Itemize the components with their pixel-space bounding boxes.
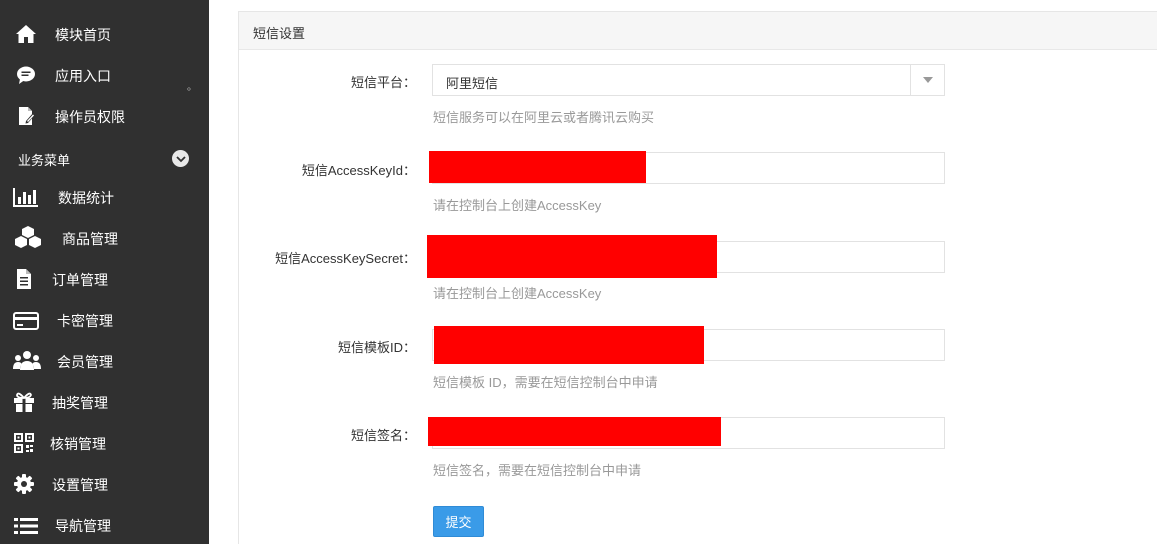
cubes-icon xyxy=(13,225,43,249)
sidebar: 模块首页 应用入口 。 操作员权限 业务菜单 数据统计 商品管理 订单管理 卡密… xyxy=(0,0,209,544)
sidebar-item-lottery-management[interactable]: 抽奖管理 xyxy=(0,384,209,420)
signature-label: 短信签名： xyxy=(350,428,416,443)
sidebar-item-card-key-management[interactable]: 卡密管理 xyxy=(0,302,209,338)
sidebar-item-label: 模块首页 xyxy=(55,27,111,43)
bar-chart-icon xyxy=(13,185,39,209)
chat-icon xyxy=(13,63,39,87)
list-icon xyxy=(13,514,39,538)
sidebar-item-module-home[interactable]: 模块首页 xyxy=(0,16,209,52)
indicator-dot: 。 xyxy=(187,82,197,93)
chevron-down-icon[interactable] xyxy=(172,150,189,167)
sidebar-item-product-management[interactable]: 商品管理 xyxy=(0,220,209,256)
signature-help: 短信签名，需要在短信控制台中申请 xyxy=(433,463,642,478)
template-id-help: 短信模板 ID，需要在短信控制台中申请 xyxy=(433,375,658,390)
qrcode-icon xyxy=(11,431,37,455)
access-key-secret-help: 请在控制台上创建AccessKey xyxy=(433,286,602,301)
file-text-icon xyxy=(11,267,37,291)
submit-button[interactable]: 提交 xyxy=(433,506,484,537)
platform-select[interactable]: 阿里短信 xyxy=(432,64,945,96)
caret-down-icon[interactable] xyxy=(910,65,944,95)
access-key-secret-label: 短信AccessKeySecret： xyxy=(275,251,416,266)
document-edit-icon xyxy=(13,104,39,128)
sidebar-item-label: 应用入口 xyxy=(55,68,111,84)
access-key-id-label: 短信AccessKeyId： xyxy=(301,163,416,178)
sidebar-item-label: 操作员权限 xyxy=(55,109,125,125)
panel-title: 短信设置 xyxy=(253,26,306,41)
sidebar-item-label: 抽奖管理 xyxy=(52,395,108,411)
sidebar-item-label: 数据统计 xyxy=(58,190,114,206)
platform-label: 短信平台： xyxy=(350,75,416,90)
sidebar-item-app-entry[interactable]: 应用入口 xyxy=(0,57,209,93)
users-icon xyxy=(13,349,41,373)
platform-help: 短信服务可以在阿里云或者腾讯云购买 xyxy=(433,110,655,125)
sidebar-item-label: 设置管理 xyxy=(52,477,108,493)
panel-header: 短信设置 xyxy=(239,12,1157,50)
business-menu-header[interactable]: 业务菜单 xyxy=(0,146,209,170)
credit-card-icon xyxy=(13,309,39,333)
sidebar-item-settings-management[interactable]: 设置管理 xyxy=(0,466,209,502)
gift-icon xyxy=(11,390,37,414)
platform-select-value: 阿里短信 xyxy=(446,76,499,91)
business-menu-label: 业务菜单 xyxy=(18,153,71,168)
sidebar-item-writeoff-management[interactable]: 核销管理 xyxy=(0,425,209,461)
sidebar-item-label: 商品管理 xyxy=(62,231,118,247)
sidebar-item-order-management[interactable]: 订单管理 xyxy=(0,261,209,297)
access-key-id-help: 请在控制台上创建AccessKey xyxy=(433,198,602,213)
sidebar-item-label: 核销管理 xyxy=(50,436,106,452)
sidebar-item-label: 卡密管理 xyxy=(57,313,113,329)
sidebar-item-operator-permissions[interactable]: 操作员权限 xyxy=(0,98,209,134)
redaction-box xyxy=(429,151,646,183)
sidebar-item-data-statistics[interactable]: 数据统计 xyxy=(0,179,209,215)
template-id-label: 短信模板ID： xyxy=(337,340,416,355)
sidebar-item-label: 订单管理 xyxy=(52,272,108,288)
gear-icon xyxy=(11,472,37,496)
redaction-box xyxy=(434,326,704,364)
redaction-box xyxy=(427,235,717,278)
sidebar-item-label: 导航管理 xyxy=(55,518,111,534)
redaction-box xyxy=(428,417,721,446)
sidebar-item-label: 会员管理 xyxy=(57,354,113,370)
home-icon xyxy=(13,22,39,46)
sidebar-item-navigation-management[interactable]: 导航管理 xyxy=(0,507,209,543)
sidebar-item-member-management[interactable]: 会员管理 xyxy=(0,343,209,379)
